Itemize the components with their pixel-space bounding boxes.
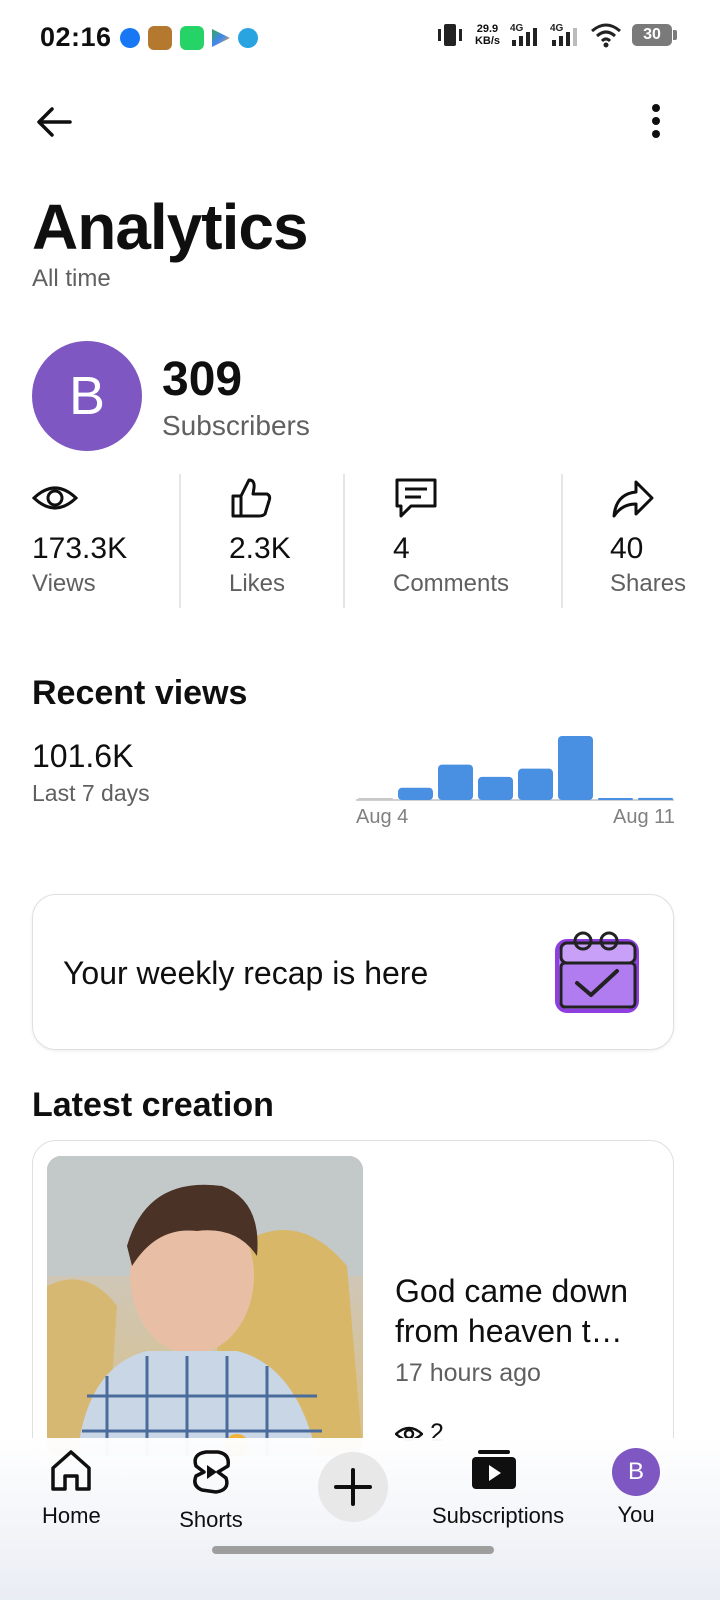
- video-time-ago: 17 hours ago: [395, 1359, 541, 1387]
- latest-creation-title: Latest creation: [32, 1086, 274, 1124]
- recent-views-title: Recent views: [32, 674, 248, 712]
- stat-value: 40: [610, 532, 644, 565]
- status-bar: 02:16 29.9 KB/s 4G 4G 30: [0, 0, 720, 76]
- telegram-icon: [238, 28, 258, 48]
- signal-1-label: 4G: [510, 23, 524, 34]
- whatsapp-icon: [180, 26, 204, 50]
- thumbs-up-icon: [231, 478, 272, 518]
- share-icon: [612, 480, 654, 518]
- wifi-icon: [591, 23, 621, 48]
- you-avatar: B: [612, 1448, 660, 1496]
- nav-subscriptions[interactable]: Subscriptions: [432, 1448, 565, 1529]
- page-title: Analytics: [32, 191, 309, 263]
- nav-home[interactable]: Home: [42, 1448, 101, 1529]
- stat-label: Views: [32, 570, 96, 597]
- stat-value: 2.3K: [229, 532, 291, 565]
- arrow-left-icon: [37, 107, 72, 137]
- vibrate-icon: [437, 24, 462, 46]
- plus-icon: [334, 1468, 372, 1506]
- calendar-check-icon: [555, 931, 639, 1013]
- network-speed-value: 29.9: [476, 23, 499, 35]
- notification-icons: [120, 26, 258, 50]
- stat-label: Likes: [229, 570, 286, 597]
- stat-label: Shares: [610, 570, 687, 597]
- status-time: 02:16: [40, 22, 112, 52]
- subscriber-label: Subscribers: [162, 410, 310, 441]
- chart-bar: [638, 797, 673, 800]
- more-vertical-icon: [652, 104, 660, 138]
- period-selector: All time: [32, 265, 111, 292]
- chart-bar: [478, 776, 513, 800]
- eye-icon: [32, 486, 78, 510]
- latest-video-card[interactable]: God came down from heaven t… 17 hours ag…: [32, 1140, 674, 1460]
- stat-likes[interactable]: 2.3K Likes: [229, 474, 291, 608]
- stat-comments[interactable]: 4 Comments: [393, 474, 509, 608]
- divider: [179, 474, 181, 608]
- chart-bar: [438, 764, 473, 800]
- stat-value: 173.3K: [32, 532, 128, 565]
- shorts-icon: [193, 1450, 231, 1494]
- stat-label: Comments: [393, 570, 510, 597]
- signal-icon: 4G: [510, 23, 537, 46]
- stats-row: 173.3K Views 2.3K Likes 4 Comments 40 Sh…: [0, 474, 720, 608]
- more-options-button[interactable]: [632, 98, 680, 146]
- weekly-recap-card[interactable]: Your weekly recap is here: [32, 894, 674, 1050]
- back-button[interactable]: [30, 98, 78, 146]
- stat-shares[interactable]: 40 Shares: [610, 474, 686, 608]
- comment-icon: [395, 478, 437, 518]
- chart-bar: [358, 798, 393, 800]
- divider: [343, 474, 345, 608]
- divider: [561, 474, 563, 608]
- create-button[interactable]: [318, 1452, 388, 1522]
- status-indicators: 29.9 KB/s 4G 4G 30: [435, 22, 677, 48]
- home-indicator[interactable]: [212, 1546, 494, 1554]
- nav-shorts-label: Shorts: [179, 1507, 243, 1532]
- x-tick-label: Aug 11: [613, 806, 675, 828]
- channel-avatar: B: [32, 341, 142, 451]
- recent-views-period: Last 7 days: [32, 780, 150, 806]
- chart-bar: [518, 768, 553, 800]
- nav-you-label: You: [617, 1502, 655, 1527]
- recap-text: Your weekly recap is here: [63, 955, 429, 991]
- messenger-icon: [120, 28, 140, 48]
- stat-value: 4: [393, 532, 410, 565]
- network-speed-unit: KB/s: [474, 35, 500, 47]
- battery-indicator: 30: [632, 24, 677, 46]
- chart-bar: [598, 798, 633, 800]
- video-title: God came down from heaven t…: [395, 1273, 629, 1349]
- nav-subscriptions-label: Subscriptions: [432, 1503, 565, 1528]
- subscriptions-icon: [472, 1450, 516, 1489]
- network-speed: 29.9 KB/s: [475, 23, 500, 47]
- x-tick-label: Aug 4: [356, 806, 409, 828]
- chart-bar: [398, 787, 433, 800]
- nav-shorts[interactable]: Shorts: [178, 1448, 244, 1533]
- subscriber-count: 309: [162, 353, 243, 406]
- bottom-navigation: Home Shorts Subscriptions B You: [0, 1438, 720, 1600]
- play-store-icon: [212, 29, 230, 47]
- nav-home-label: Home: [42, 1503, 101, 1528]
- chart-bar: [558, 736, 593, 800]
- stat-views[interactable]: 173.3K Views: [32, 474, 127, 608]
- signal-icon-2: 4G: [550, 23, 577, 46]
- game-app-icon: [148, 26, 172, 50]
- signal-2-label: 4G: [550, 23, 564, 34]
- nav-you[interactable]: B You: [610, 1448, 662, 1528]
- home-icon: [51, 1450, 91, 1491]
- recent-views-value: 101.6K: [32, 738, 134, 774]
- thumbnail-image: [47, 1156, 363, 1456]
- video-thumbnail[interactable]: [47, 1156, 363, 1456]
